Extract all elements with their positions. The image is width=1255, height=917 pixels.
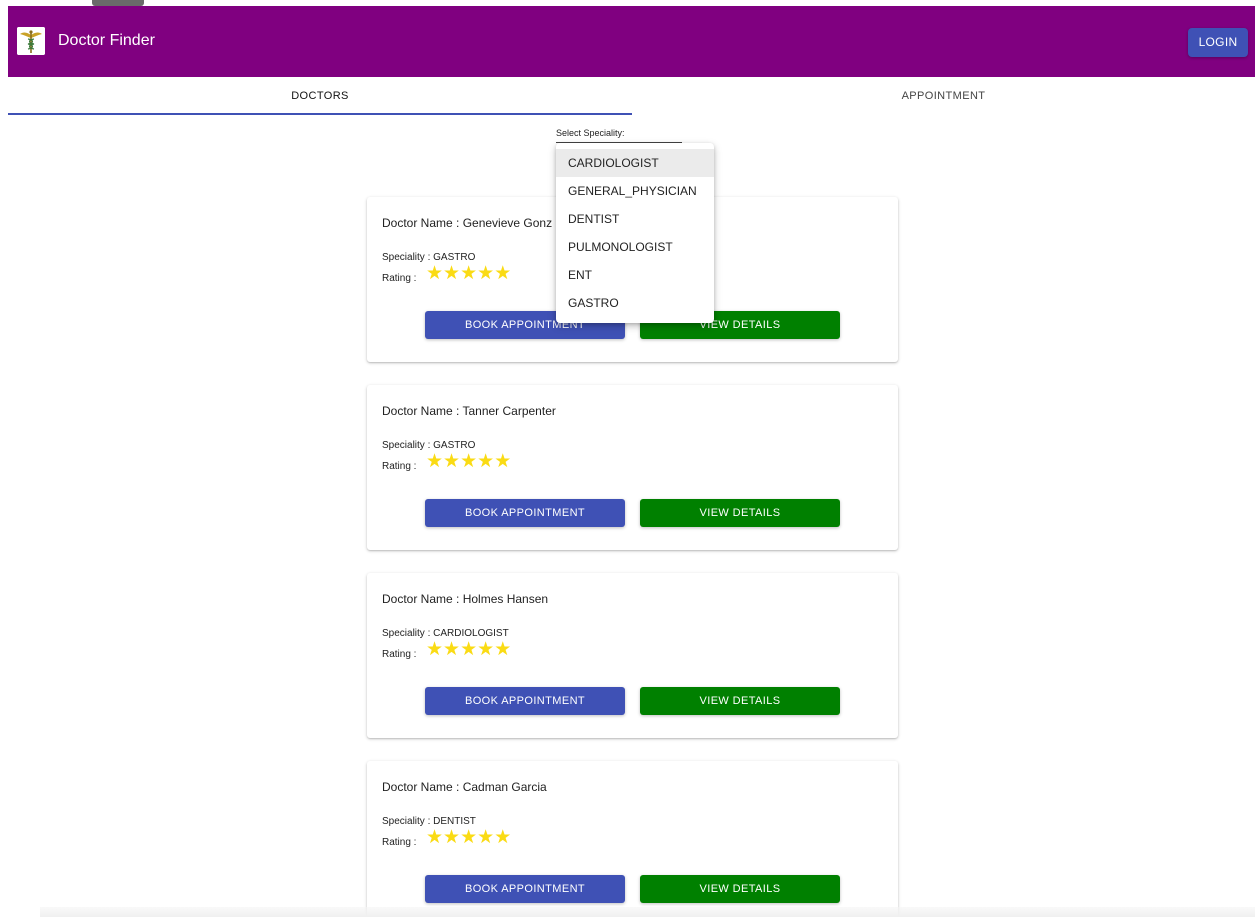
star-icon: ★ bbox=[494, 450, 512, 472]
doctor-card: Doctor Name : Cadman Garcia Speciality :… bbox=[367, 761, 898, 917]
star-icon: ★ bbox=[460, 638, 478, 660]
star-icon: ★ bbox=[443, 450, 461, 472]
star-icon: ★ bbox=[443, 262, 461, 284]
dropdown-option-cardiologist[interactable]: CARDIOLOGIST bbox=[556, 149, 714, 177]
rating-stars: ★★★★★ bbox=[426, 827, 511, 847]
dropdown-option-gastro[interactable]: GASTRO bbox=[556, 289, 714, 317]
star-icon: ★ bbox=[426, 638, 444, 660]
dropdown-option-general-physician[interactable]: GENERAL_PHYSICIAN bbox=[556, 177, 714, 205]
bottom-edge bbox=[40, 907, 1255, 917]
tab-bar: DOCTORS APPOINTMENT bbox=[8, 77, 1255, 115]
tab-appointment[interactable]: APPOINTMENT bbox=[632, 77, 1255, 115]
app-title: Doctor Finder bbox=[58, 32, 155, 49]
app-bar: Doctor Finder LOGIN bbox=[8, 6, 1255, 77]
star-icon: ★ bbox=[494, 638, 512, 660]
star-icon: ★ bbox=[426, 826, 444, 848]
doctor-card: Doctor Name : Holmes Hansen Speciality :… bbox=[367, 573, 898, 738]
page: Doctor Finder LOGIN DOCTORS APPOINTMENT … bbox=[0, 0, 1255, 917]
view-details-button[interactable]: VIEW DETAILS bbox=[640, 499, 840, 527]
rating-label: Rating : bbox=[382, 649, 417, 660]
book-appointment-button[interactable]: BOOK APPOINTMENT bbox=[425, 875, 625, 903]
doctor-name: Doctor Name : Genevieve Gonz bbox=[382, 216, 553, 230]
star-icon: ★ bbox=[477, 262, 495, 284]
caduceus-icon bbox=[17, 27, 45, 55]
book-appointment-button[interactable]: BOOK APPOINTMENT bbox=[425, 687, 625, 715]
speciality-dropdown-menu: CARDIOLOGIST GENERAL_PHYSICIAN DENTIST P… bbox=[556, 143, 714, 323]
rating-label: Rating : bbox=[382, 273, 417, 284]
star-icon: ★ bbox=[494, 826, 512, 848]
star-icon: ★ bbox=[477, 450, 495, 472]
tab-doctors[interactable]: DOCTORS bbox=[8, 77, 632, 115]
rating-label: Rating : bbox=[382, 837, 417, 848]
doctor-name: Doctor Name : Tanner Carpenter bbox=[382, 404, 556, 418]
star-icon: ★ bbox=[426, 450, 444, 472]
star-icon: ★ bbox=[460, 262, 478, 284]
star-icon: ★ bbox=[477, 826, 495, 848]
star-icon: ★ bbox=[443, 826, 461, 848]
star-icon: ★ bbox=[426, 262, 444, 284]
star-icon: ★ bbox=[494, 262, 512, 284]
dropdown-option-ent[interactable]: ENT bbox=[556, 261, 714, 289]
rating-stars: ★★★★★ bbox=[426, 639, 511, 659]
star-icon: ★ bbox=[477, 638, 495, 660]
dropdown-option-dentist[interactable]: DENTIST bbox=[556, 205, 714, 233]
view-details-button[interactable]: VIEW DETAILS bbox=[640, 875, 840, 903]
active-tab-indicator bbox=[8, 113, 632, 115]
star-icon: ★ bbox=[443, 638, 461, 660]
star-icon: ★ bbox=[460, 450, 478, 472]
rating-stars: ★★★★★ bbox=[426, 263, 511, 283]
doctor-card: Doctor Name : Tanner Carpenter Specialit… bbox=[367, 385, 898, 550]
doctor-name: Doctor Name : Cadman Garcia bbox=[382, 780, 547, 794]
speciality-select-label: Select Speciality: bbox=[556, 128, 625, 138]
doctor-name: Doctor Name : Holmes Hansen bbox=[382, 592, 549, 606]
book-appointment-button[interactable]: BOOK APPOINTMENT bbox=[425, 499, 625, 527]
login-button[interactable]: LOGIN bbox=[1188, 28, 1248, 57]
star-icon: ★ bbox=[460, 826, 478, 848]
dropdown-option-pulmonologist[interactable]: PULMONOLOGIST bbox=[556, 233, 714, 261]
rating-label: Rating : bbox=[382, 461, 417, 472]
rating-stars: ★★★★★ bbox=[426, 451, 511, 471]
view-details-button[interactable]: VIEW DETAILS bbox=[640, 687, 840, 715]
